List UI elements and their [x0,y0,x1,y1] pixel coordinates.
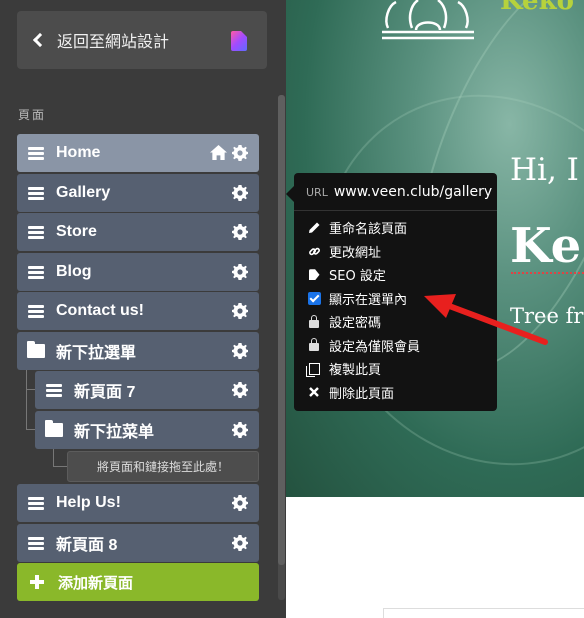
menu-item-label: SEO 設定 [329,269,386,285]
spellcheck-underline [511,272,584,274]
pencil-icon [307,221,321,235]
folder-icon [27,341,45,358]
menu-item-label: 重命名該頁面 [329,222,408,238]
page-url-row: URL www.veen.club/gallery [294,173,497,211]
page-item-sub-dropdown-folder[interactable]: 新下拉菜单 [35,411,259,449]
tree-connector [26,390,35,430]
drag-handle-icon[interactable] [28,186,44,200]
drag-handle-icon[interactable] [46,383,62,397]
menu-item-label: 更改網址 [329,245,382,261]
gear-icon[interactable] [232,535,248,551]
tag-icon [307,268,321,282]
brand-name[interactable]: Keko [500,0,574,16]
close-icon [307,385,321,399]
page-item-label: 新頁面 7 [74,384,136,401]
page-item-new-page-7[interactable]: 新頁面 7 [35,371,259,409]
page-item-store[interactable]: Store [17,213,259,251]
page-item-label: Help Us! [56,494,121,511]
menu-item-label: 顯示在選單內 [329,292,408,308]
annotation-arrow [424,294,548,345]
back-to-design-button[interactable]: 返回至網站設計 [17,11,267,69]
page-item-dropdown-folder[interactable]: 新下拉選單 [17,332,259,370]
page-item-gallery[interactable]: Gallery [17,174,259,212]
tree-connector [26,370,35,390]
drag-handle-icon[interactable] [28,265,44,279]
copy-icon [305,362,321,377]
menu-item-label: 設定密碼 [329,316,382,332]
drop-zone-hint[interactable]: 將頁面和鏈接拖至此處！ [67,451,259,482]
gear-icon[interactable] [232,145,248,161]
url-value: www.veen.club/gallery [333,184,493,200]
page-item-label: 新下拉菜单 [74,424,155,441]
link-icon [307,244,321,258]
chevron-left-icon [32,32,48,48]
menu-item-label: 設定為僅限會員 [329,339,421,355]
gear-icon[interactable] [232,185,248,201]
add-new-page-button[interactable]: 添加新頁面 [17,563,259,601]
gear-icon[interactable] [232,422,248,438]
drag-handle-icon[interactable] [28,304,44,318]
document-icon [231,31,247,51]
gear-icon[interactable] [232,224,248,240]
menu-item-duplicate[interactable]: 複製此頁 [294,357,497,381]
folder-icon [45,420,63,437]
page-item-label: 新下拉選單 [56,345,137,362]
gear-icon[interactable] [232,343,248,359]
hero-greeting: Hi, I a [510,152,584,188]
pages-sidebar: 返回至網站設計 頁面 Home Gallery Store Blog Conta… [0,0,286,618]
page-item-label: Contact us! [56,302,144,319]
page-item-blog[interactable]: Blog [17,253,259,291]
home-icon [210,144,227,161]
plus-icon [30,575,44,589]
menu-item-change-url[interactable]: 更改網址 [294,240,497,264]
menu-item-seo[interactable]: SEO 設定 [294,263,497,287]
gear-icon[interactable] [232,382,248,398]
page-item-label: Store [56,223,97,240]
page-item-contact[interactable]: Contact us! [17,292,259,330]
drag-handle-icon[interactable] [28,225,44,239]
checkbox-icon[interactable] [307,291,321,305]
url-label: URL [306,186,328,199]
page-item-home[interactable]: Home [17,134,259,172]
drag-handle-icon[interactable] [28,496,44,510]
tree-connector [53,449,67,467]
page-item-label: Gallery [56,184,111,201]
site-logo [382,0,474,40]
section-label: 頁面 [18,108,47,122]
hero-title: Ke [510,218,582,274]
lock-icon [307,314,321,329]
menu-item-delete[interactable]: 刪除此頁面 [294,381,497,405]
back-button-label: 返回至網站設計 [57,32,170,51]
page-item-help-us[interactable]: Help Us! [17,484,259,522]
menu-item-rename[interactable]: 重命名該頁面 [294,216,497,240]
gear-icon[interactable] [232,303,248,319]
drag-handle-icon[interactable] [28,536,44,550]
page-item-new-page-8[interactable]: 新頁面 8 [17,524,259,562]
drag-handle-icon[interactable] [28,146,44,160]
content-box [383,608,584,618]
scrollbar-thumb[interactable] [278,95,285,565]
page-item-label: Home [56,144,101,161]
gear-icon[interactable] [232,495,248,511]
page-item-label: 新頁面 8 [56,537,118,554]
menu-item-label: 複製此頁 [329,363,382,379]
lock-icon [307,338,321,352]
add-page-label: 添加新頁面 [58,573,134,592]
menu-item-label: 刪除此頁面 [329,386,395,402]
page-item-label: Blog [56,263,92,280]
gear-icon[interactable] [232,264,248,280]
